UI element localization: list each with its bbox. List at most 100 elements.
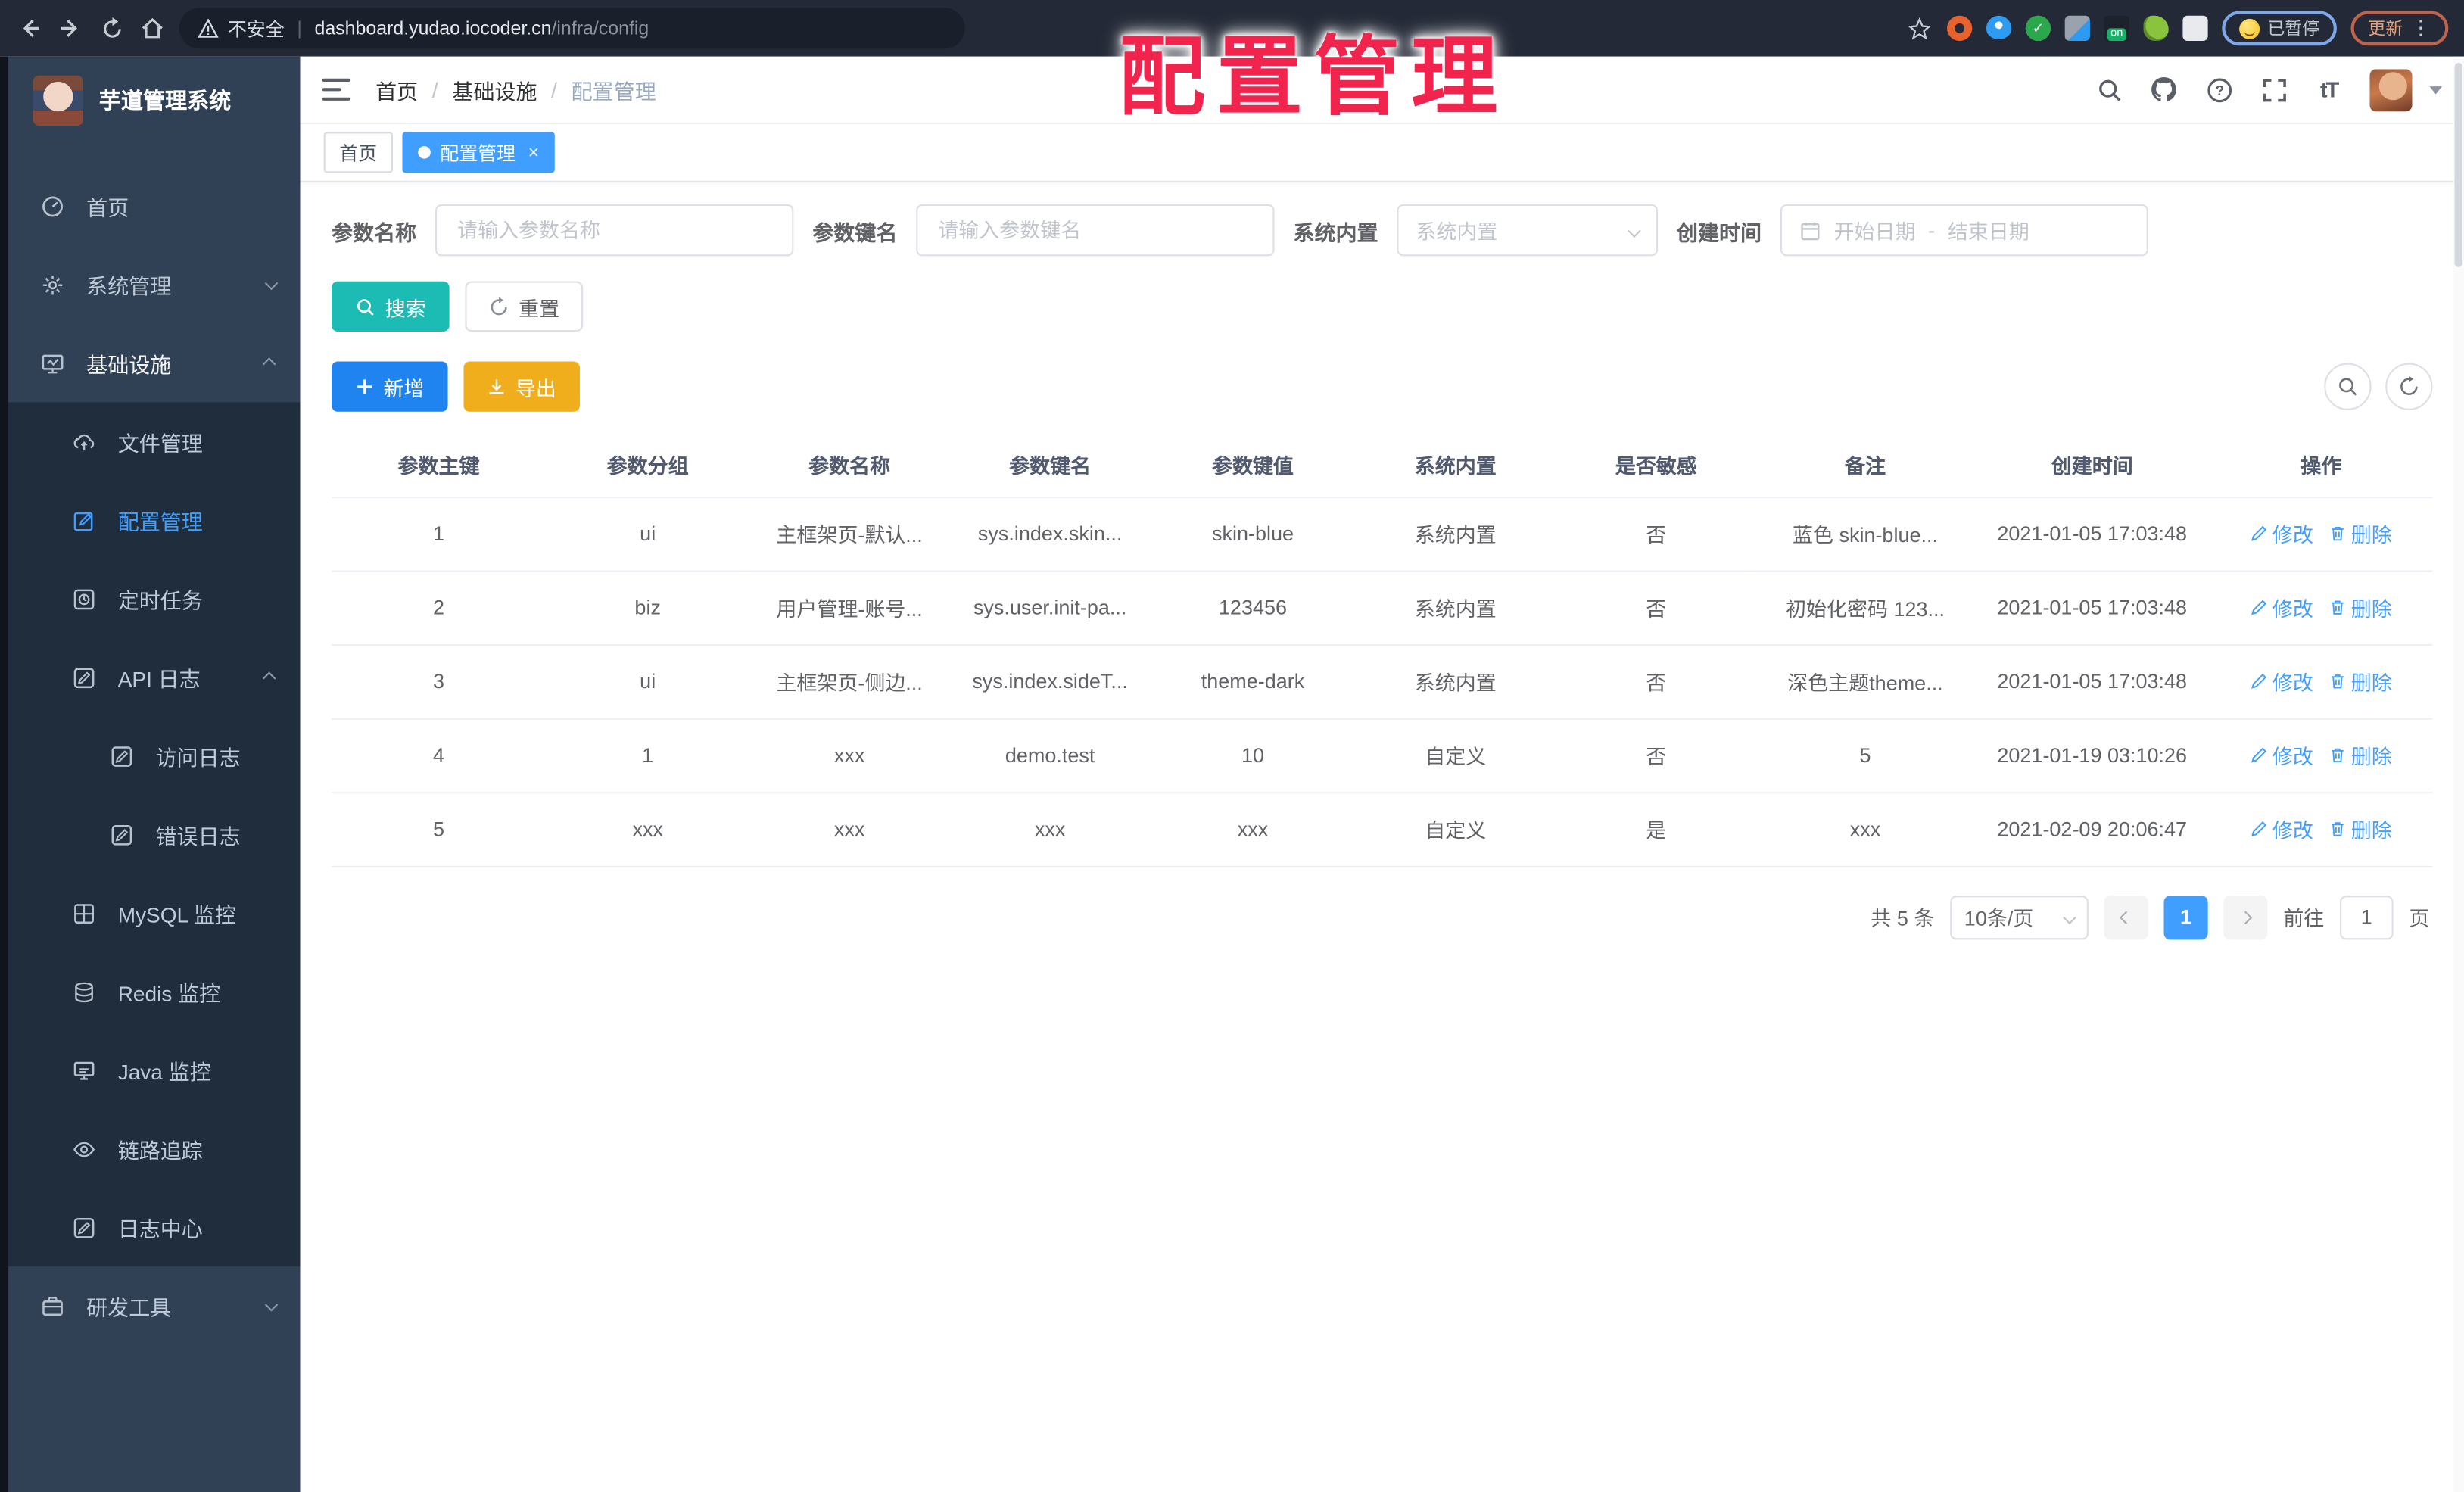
table-row: 5 xxx xxx xxx xxx 自定义 是 xxx 2021-02-09 20:06… [332, 792, 2433, 867]
edit-row-link[interactable]: 修改 [2251, 814, 2313, 843]
param-key-input-wrap [916, 204, 1275, 257]
goto-page-input[interactable] [2344, 903, 2389, 930]
app-logo-row[interactable]: 芋道管理系统 [8, 57, 300, 145]
extension-green-check-icon[interactable]: ✓ [2025, 15, 2051, 41]
sidebar-item-java-monitor[interactable]: Java 监控 [8, 1031, 300, 1110]
reset-button[interactable]: 重置 [465, 281, 584, 332]
bookmark-star-icon[interactable] [1905, 14, 1933, 42]
close-tab-icon[interactable]: × [528, 142, 540, 164]
page-scrollbar[interactable] [2453, 56, 2464, 1492]
next-page-button[interactable] [2223, 895, 2268, 939]
param-name-input[interactable] [453, 216, 775, 244]
tab-home[interactable]: 首页 [323, 132, 394, 173]
extension-leaf-icon[interactable] [2143, 15, 2169, 41]
browser-home-icon[interactable] [139, 14, 167, 42]
sidebar-item-log-center[interactable]: 日志中心 [8, 1188, 300, 1266]
pencil-icon [2251, 673, 2267, 689]
browser-back-icon[interactable] [16, 14, 44, 42]
sidebar-item-file-management[interactable]: 文件管理 [8, 402, 300, 481]
col-sensitive: 是否敏感 [1556, 433, 1756, 498]
breadcrumb-infra[interactable]: 基础设施 [452, 74, 537, 106]
search-button[interactable]: 搜索 [332, 281, 450, 332]
browser-reload-icon[interactable] [98, 14, 126, 42]
sidebar-item-home[interactable]: 首页 [8, 167, 300, 245]
date-end-placeholder[interactable]: 结束日期 [1948, 215, 2029, 245]
col-remark: 备注 [1755, 433, 1975, 498]
url-separator: | [297, 17, 302, 39]
breadcrumb-home[interactable]: 首页 [375, 74, 418, 106]
sidebar-item-redis-monitor[interactable]: Redis 监控 [8, 952, 300, 1031]
sidebar-item-api-log[interactable]: API 日志 [8, 638, 300, 717]
delete-row-link[interactable]: 删除 [2329, 740, 2392, 770]
edit-row-link[interactable]: 修改 [2251, 519, 2313, 548]
current-page-button[interactable]: 1 [2163, 895, 2208, 939]
tab-config-management[interactable]: 配置管理 × [402, 132, 555, 173]
svg-text:?: ? [2214, 82, 2223, 98]
browser-forward-icon[interactable] [57, 14, 85, 42]
address-bar[interactable]: 不安全 | dashboard.yudao.iocoder.cn/infra/c… [179, 8, 965, 49]
user-avatar[interactable] [2369, 68, 2413, 111]
fullscreen-icon[interactable] [2260, 76, 2288, 104]
sidebar-item-system[interactable]: 系统管理 [8, 245, 300, 324]
paused-extension-button[interactable]: 已暂停 [2222, 11, 2337, 46]
table-row: 1 ui 主框架页-默认... sys.index.skin... skin-blu… [332, 496, 2433, 572]
param-key-input[interactable] [935, 216, 1256, 244]
extension-orange-icon[interactable] [1947, 15, 1973, 41]
prev-page-button[interactable] [2104, 895, 2148, 939]
extension-puzzle-white-icon[interactable] [2182, 15, 2208, 41]
sidebar-item-tracing[interactable]: 链路追踪 [8, 1110, 300, 1188]
param-name-input-wrap [435, 204, 794, 257]
sidebar-item-infra[interactable]: 基础设施 [8, 324, 300, 403]
calendar-icon [1801, 221, 1820, 240]
search-icon[interactable] [2095, 76, 2123, 104]
col-builtin: 系统内置 [1354, 433, 1557, 498]
security-label[interactable]: 不安全 [228, 15, 285, 42]
edit-row-link[interactable]: 修改 [2251, 740, 2313, 770]
extension-puzzle-blue-icon[interactable] [2064, 15, 2090, 41]
help-question-icon[interactable]: ? [2204, 76, 2232, 104]
trash-icon [2332, 748, 2344, 762]
export-button[interactable]: 导出 [463, 361, 581, 412]
sidebar-item-error-log[interactable]: 错误日志 [8, 795, 300, 874]
sidebar-item-access-log[interactable]: 访问日志 [8, 717, 300, 796]
delete-row-link[interactable]: 删除 [2329, 519, 2392, 548]
chevron-down-icon [264, 276, 279, 291]
builtin-select[interactable]: 系统内置 [1397, 204, 1659, 257]
date-range-picker[interactable]: 开始日期 - 结束日期 [1780, 204, 2148, 257]
sidebar-item-scheduled-jobs[interactable]: 定时任务 [8, 559, 300, 638]
config-table: 参数主键 参数分组 参数名称 参数键名 参数键值 系统内置 是否敏感 备注 创建… [332, 433, 2433, 867]
edit-row-link[interactable]: 修改 [2251, 593, 2313, 622]
gear-icon [39, 272, 64, 297]
refresh-table-button[interactable] [2385, 363, 2433, 410]
extension-on-badge-icon[interactable]: on [2104, 15, 2129, 41]
edit-square-icon [70, 508, 95, 533]
extension-pin-icon[interactable] [1986, 15, 2012, 41]
github-icon[interactable] [2150, 76, 2178, 104]
date-start-placeholder[interactable]: 开始日期 [1834, 215, 1916, 245]
delete-row-link[interactable]: 删除 [2329, 666, 2392, 696]
sidebar-item-mysql-monitor[interactable]: MySQL 监控 [8, 874, 300, 952]
add-button[interactable]: 新增 [332, 361, 448, 412]
edit-row-link[interactable]: 修改 [2251, 666, 2313, 696]
sidebar-collapse-icon[interactable] [322, 78, 350, 101]
sidebar-item-dev-tools[interactable]: 研发工具 [8, 1266, 300, 1345]
chevron-down-icon [264, 1297, 279, 1312]
goto-suffix: 页 [2409, 906, 2430, 930]
browser-update-button[interactable]: 更新 ⋮ [2350, 11, 2449, 46]
pagination: 共 5 条 10条/页 1 前往 页 [332, 895, 2432, 939]
delete-row-link[interactable]: 删除 [2329, 593, 2392, 622]
pagination-total: 共 5 条 [1871, 906, 1935, 930]
delete-row-link[interactable]: 删除 [2329, 814, 2392, 843]
goto-page-input-wrap [2339, 895, 2394, 939]
url-text[interactable]: dashboard.yudao.iocoder.cn/infra/config [314, 17, 649, 39]
refresh-icon [2400, 375, 2418, 395]
font-size-icon[interactable]: tT [2315, 76, 2343, 104]
user-menu-caret-icon[interactable] [2429, 86, 2442, 94]
log-edit-icon [70, 665, 95, 690]
cloud-upload-icon [70, 429, 95, 454]
breadcrumb: 首页 / 基础设施 / 配置管理 [375, 74, 656, 106]
sidebar-item-config-management[interactable]: 配置管理 [8, 481, 300, 559]
toggle-search-button[interactable] [2324, 363, 2372, 410]
browser-menu-kebab-icon[interactable]: ⋮ [2410, 16, 2431, 41]
page-size-select[interactable]: 10条/页 [1950, 895, 2089, 939]
